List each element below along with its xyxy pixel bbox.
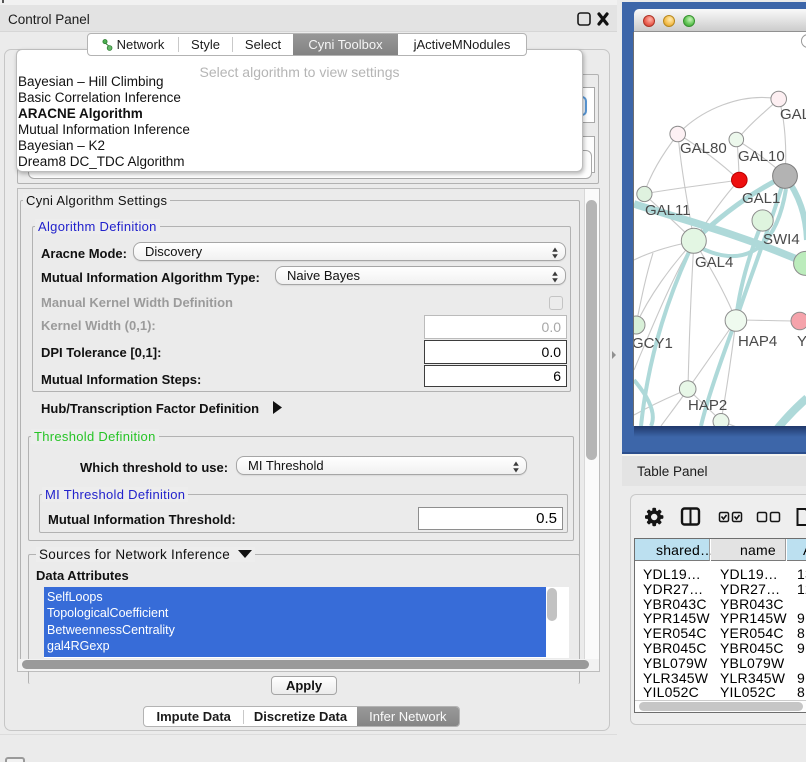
svg-text:Y: Y — [797, 333, 806, 350]
svg-text:HAP2: HAP2 — [688, 397, 727, 414]
svg-text:GAL11: GAL11 — [645, 202, 691, 219]
svg-text:GAL10: GAL10 — [738, 148, 785, 165]
svg-text:GAL4: GAL4 — [695, 254, 733, 271]
svg-text:GAL1: GAL1 — [742, 190, 780, 207]
svg-text:HAP4: HAP4 — [738, 333, 777, 350]
svg-text:GAL7: GAL7 — [780, 106, 806, 123]
svg-text:GCY1: GCY1 — [634, 335, 673, 352]
svg-text:GAL80: GAL80 — [680, 140, 727, 157]
svg-text:SWI4: SWI4 — [763, 231, 800, 248]
